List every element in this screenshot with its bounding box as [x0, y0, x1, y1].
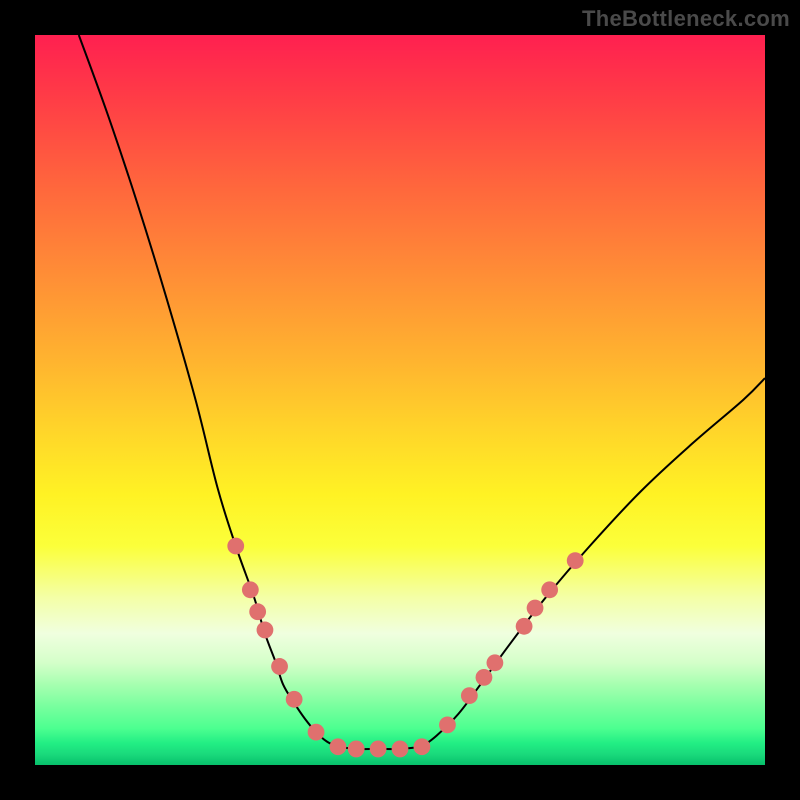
data-marker	[487, 654, 504, 671]
chart-frame: TheBottleneck.com	[0, 0, 800, 800]
data-marker	[242, 581, 259, 598]
data-marker	[541, 581, 558, 598]
series-group	[79, 35, 765, 749]
data-marker	[461, 687, 478, 704]
data-marker	[249, 603, 266, 620]
marker-group	[227, 538, 583, 758]
watermark-text: TheBottleneck.com	[582, 6, 790, 32]
data-marker	[227, 538, 244, 555]
data-marker	[476, 669, 493, 686]
plot-area	[35, 35, 765, 765]
series-left-curve	[79, 35, 338, 747]
data-marker	[567, 552, 584, 569]
data-marker	[257, 622, 274, 639]
data-marker	[330, 738, 347, 755]
data-marker	[271, 658, 288, 675]
data-marker	[392, 741, 409, 758]
chart-svg	[35, 35, 765, 765]
data-marker	[527, 600, 544, 617]
data-marker	[370, 741, 387, 758]
data-marker	[286, 691, 303, 708]
data-marker	[308, 724, 325, 741]
data-marker	[348, 741, 365, 758]
data-marker	[414, 738, 431, 755]
data-marker	[516, 618, 533, 635]
data-marker	[439, 716, 456, 733]
